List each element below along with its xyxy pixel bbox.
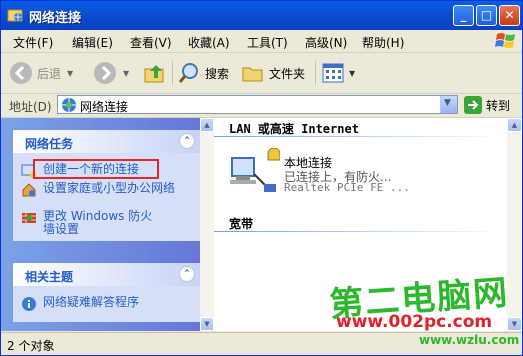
menu-file[interactable]: 文件(F): [13, 34, 53, 51]
folders-label: 文件夹: [269, 66, 306, 81]
network-connections-icon: [62, 98, 76, 112]
back-label: 后退: [37, 66, 62, 81]
group-divider: [214, 136, 506, 137]
connection-device: Realtek PCIe FE ...: [284, 181, 410, 194]
toolbar: 后退 ▼ ▼ 搜索 文件夹 ▼: [1, 53, 522, 94]
task-firewall-settings[interactable]: 更改 Windows 防火墙设置: [21, 210, 161, 236]
address-bar: 地址(D) 网络连接 ▼ 转到: [1, 94, 522, 118]
up-folder-icon: [144, 65, 164, 83]
task-pane-scrollbar[interactable]: ▲ ▼: [200, 118, 214, 331]
windows-logo-icon: [495, 33, 515, 48]
group-divider: [214, 231, 506, 232]
status-text: 2 个对象: [7, 339, 55, 353]
minimize-button[interactable]: _: [453, 5, 474, 26]
network-folder-icon: [7, 9, 23, 22]
group-header-broadband: 宽带: [229, 217, 254, 231]
close-button[interactable]: ✕: [499, 5, 520, 26]
views-dropdown-icon[interactable]: ▼: [349, 69, 355, 78]
related-label: 网络疑难解答程序: [43, 295, 140, 309]
related-troubleshooter[interactable]: 网络疑难解答程序: [21, 296, 139, 312]
address-value: 网络连接: [80, 100, 129, 114]
folders-icon: [242, 67, 263, 82]
collapse-chevron-icon[interactable]: ⌃: [179, 133, 195, 149]
go-arrow-icon: [464, 96, 482, 114]
back-dropdown-icon[interactable]: ▼: [67, 69, 73, 78]
back-button[interactable]: 后退 ▼: [9, 61, 73, 85]
menu-help[interactable]: 帮助(H): [362, 34, 404, 51]
up-folder-button[interactable]: [143, 61, 167, 85]
scroll-up-button[interactable]: ▲: [507, 118, 522, 132]
title-bar[interactable]: 网络连接 _ □ ✕: [1, 1, 522, 30]
window-title: 网络连接: [29, 11, 82, 26]
address-input[interactable]: 网络连接 ▼: [57, 95, 458, 114]
chevron-down-icon: ▼: [444, 98, 451, 108]
address-label: 地址(D): [9, 100, 52, 114]
search-label: 搜索: [205, 66, 230, 81]
related-topics-title: 相关主题: [25, 270, 74, 284]
task-label: 更改 Windows 防火墙设置: [43, 209, 153, 236]
search-button[interactable]: 搜索: [177, 61, 229, 85]
views-icon: [322, 63, 344, 83]
highlight-box: [33, 159, 159, 179]
related-topics-header[interactable]: 相关主题 ⌃: [13, 263, 201, 286]
menu-view[interactable]: 查看(V): [130, 34, 172, 51]
forward-arrow-icon: [94, 62, 116, 84]
menu-bar: 文件(F) 编辑(E) 查看(V) 收藏(A) 工具(T) 高级(N) 帮助(H…: [1, 30, 522, 53]
search-icon: [178, 63, 198, 83]
menu-advanced[interactable]: 高级(N): [305, 34, 347, 51]
address-dropdown-button[interactable]: ▼: [440, 96, 457, 113]
task-label: 设置家庭或小型办公网络: [43, 181, 176, 195]
lan-connection-icon[interactable]: [228, 148, 280, 196]
network-tasks-header[interactable]: 网络任务 ⌃: [13, 130, 201, 153]
scroll-down-button[interactable]: ▼: [200, 317, 214, 331]
scroll-down-button[interactable]: ▼: [507, 317, 522, 331]
go-button[interactable]: 转到: [464, 96, 510, 114]
task-pane: 网络任务 ⌃ 创建一个新的连接 设置家庭或小型办公网络 更改 Windows 防…: [1, 118, 214, 331]
task-setup-home-network[interactable]: 设置家庭或小型办公网络: [21, 182, 191, 198]
menu-favorites[interactable]: 收藏(A): [188, 34, 230, 51]
views-button[interactable]: ▼: [321, 61, 355, 85]
scroll-up-button[interactable]: ▲: [200, 118, 214, 132]
group-header-lan: LAN 或高速 Internet: [229, 122, 359, 136]
menu-tools[interactable]: 工具(T): [247, 34, 288, 51]
firewall-icon: [22, 213, 36, 223]
related-topics-panel: 相关主题 ⌃ 网络疑难解答程序: [13, 263, 201, 322]
explorer-window: 网络连接 _ □ ✕ 文件(F) 编辑(E) 查看(V) 收藏(A) 工具(T)…: [0, 0, 523, 356]
menu-edit[interactable]: 编辑(E): [72, 34, 113, 51]
folders-button[interactable]: 文件夹: [241, 61, 305, 85]
back-arrow-icon: [10, 62, 32, 84]
collapse-chevron-icon[interactable]: ⌃: [179, 266, 195, 282]
forward-dropdown-icon[interactable]: ▼: [123, 69, 129, 78]
network-tasks-panel: 网络任务 ⌃ 创建一个新的连接 设置家庭或小型办公网络 更改 Windows 防…: [13, 130, 201, 241]
info-icon: [22, 297, 36, 311]
maximize-button[interactable]: □: [476, 5, 497, 26]
forward-button[interactable]: ▼: [93, 61, 129, 85]
home-network-icon: [22, 183, 36, 197]
watermark-url: www.002pc.com: [336, 312, 493, 332]
go-label: 转到: [486, 98, 511, 113]
network-tasks-title: 网络任务: [25, 137, 74, 151]
watermark-url-secondary: www.wzlu.com: [419, 333, 520, 347]
